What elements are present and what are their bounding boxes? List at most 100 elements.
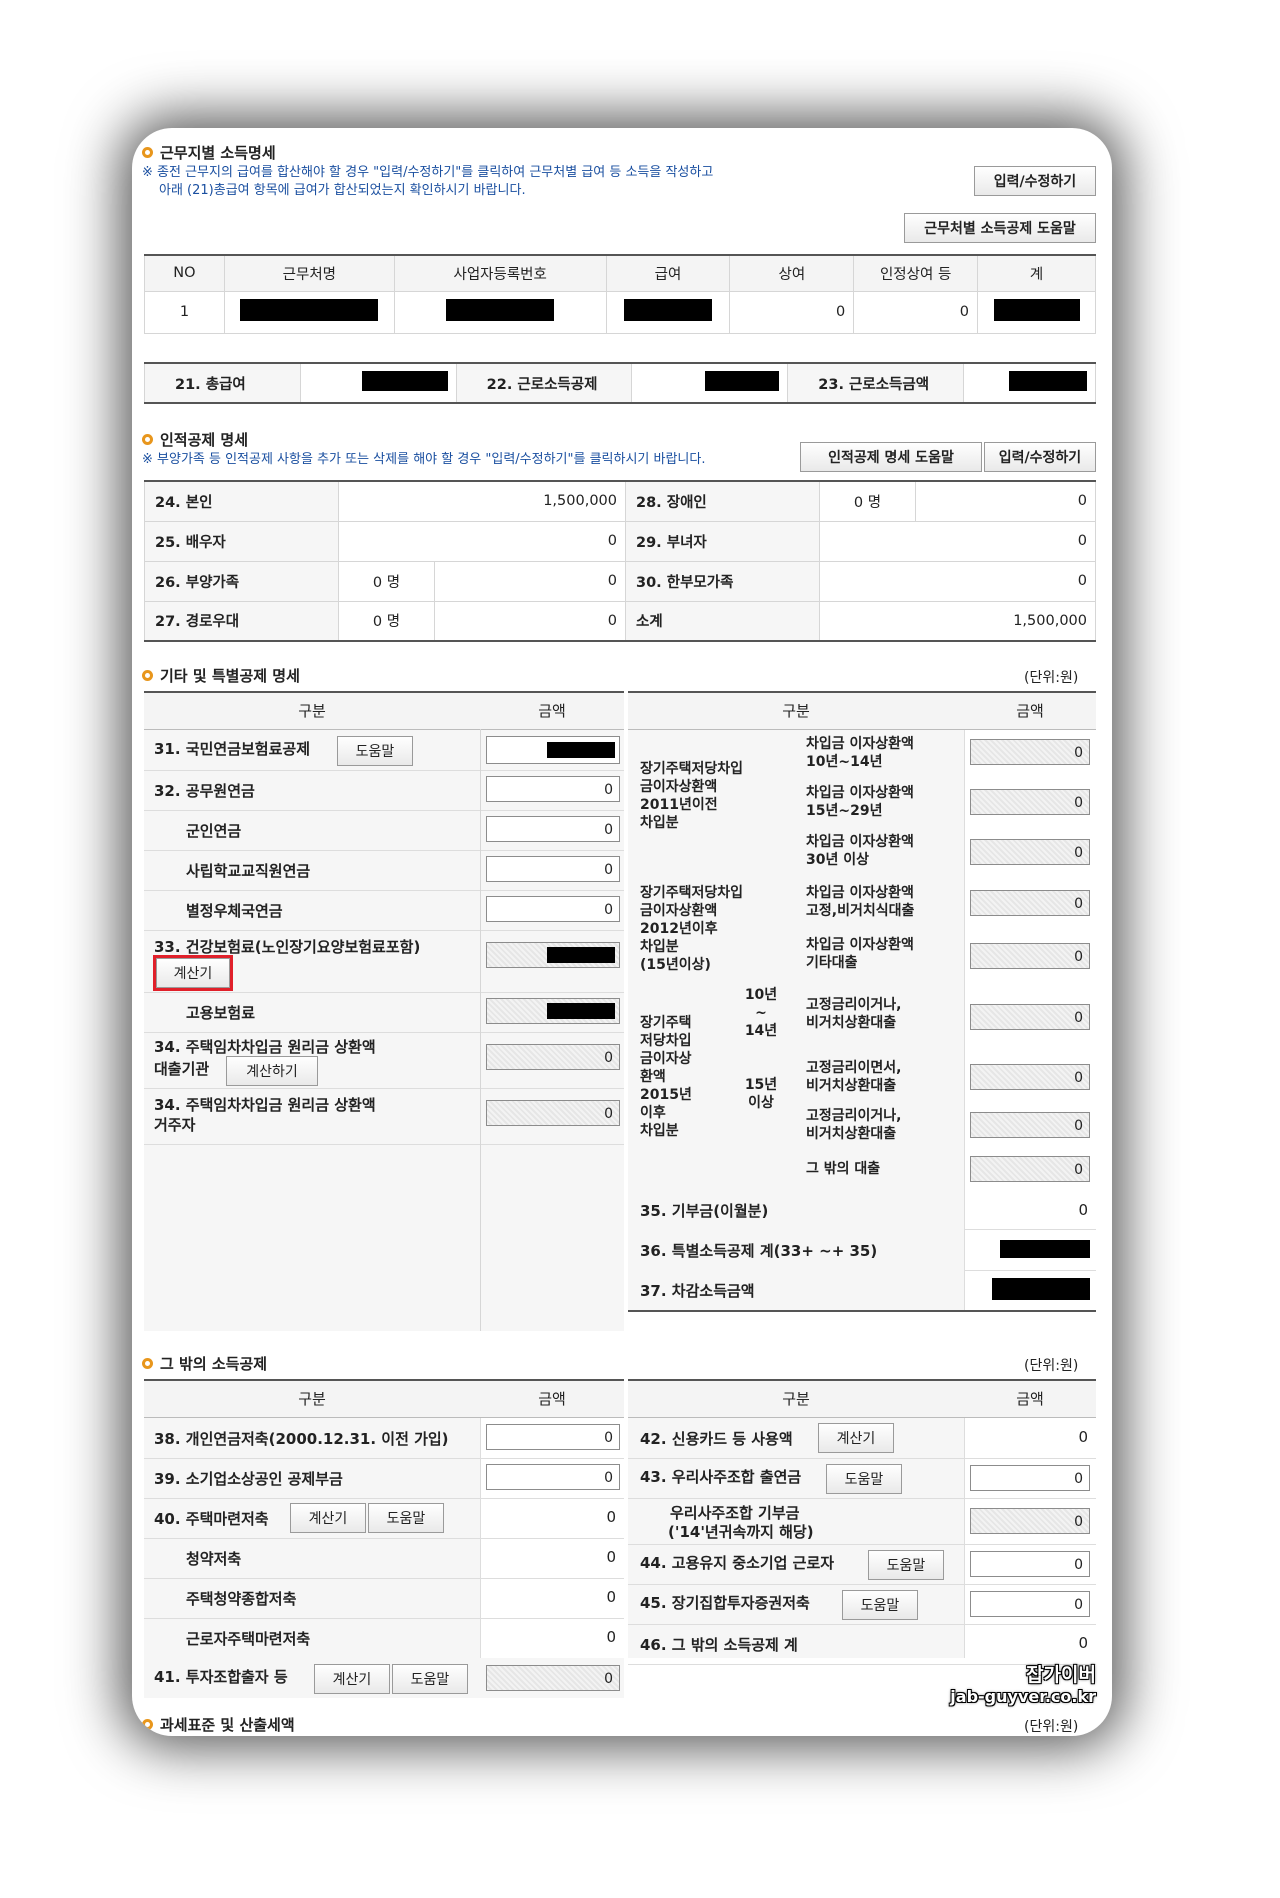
personal-help-button[interactable]: 인적공제 명세 도움말 — [800, 442, 982, 472]
loan-2015-b-input: 0 — [970, 1064, 1090, 1090]
row-personal-pension: 38. 개인연금저축(2000.12.31. 이전 가입) 0 — [144, 1418, 624, 1459]
civil-pension-input[interactable]: 0 — [486, 776, 620, 802]
label-dependents: 26. 부양가족 — [145, 561, 339, 601]
redaction-block — [446, 299, 554, 321]
group-2015-10-14: 10년~14년 — [726, 982, 797, 1055]
employee-stock-input[interactable]: 0 — [970, 1465, 1090, 1491]
label: 우리사주조합 기부금 — [670, 1502, 799, 1523]
housing-loan-lender-input: 0 — [486, 1044, 620, 1070]
section-title-text: 기타 및 특별공제 명세 — [160, 665, 300, 686]
col-header: 금액 — [480, 693, 624, 730]
label-disabled: 28. 장애인 — [626, 481, 820, 521]
item-line: 고정금리이면서, — [806, 1059, 964, 1077]
school-pension-input[interactable]: 0 — [486, 856, 620, 882]
special-right-panel: 구분 금액 장기주택저당차입 금이자상환액 2011년이전 차입분 차입금 이자… — [628, 691, 1096, 1331]
row-no: 1 — [145, 291, 225, 333]
item-line: 차입금 이자상환액 — [806, 784, 964, 802]
help-button[interactable]: 도움말 — [392, 1664, 468, 1694]
military-pension-input[interactable]: 0 — [486, 816, 620, 842]
health-insurance-input — [486, 942, 620, 968]
label-woman: 29. 부녀자 — [626, 521, 820, 561]
calculator-button[interactable]: 계산기 — [156, 958, 230, 988]
long-term-fund-input[interactable]: 0 — [970, 1591, 1090, 1617]
section-title-text: 과세표준 및 산출세액 — [160, 1714, 295, 1735]
row-other-total: 46. 그 밖의 소득공제 계 0 — [628, 1624, 1096, 1665]
redaction-block — [994, 299, 1080, 321]
employee-stock-donation-input: 0 — [970, 1508, 1090, 1534]
redaction-block — [1000, 1240, 1090, 1258]
edit-workplace-button[interactable]: 입력/수정하기 — [974, 166, 1096, 196]
col-header: 금액 — [480, 1381, 624, 1418]
calculator-button[interactable]: 계산기 — [314, 1664, 390, 1694]
redaction-block — [705, 371, 779, 391]
label-line: 금이자상환액 — [640, 778, 796, 796]
label-line: ~ — [726, 1004, 796, 1022]
label: 고용보험료 — [186, 1002, 255, 1023]
bullet-icon — [142, 1358, 153, 1369]
table-row: 1 0 0 — [145, 291, 1096, 333]
row-employment-insurance: 고용보험료 — [144, 992, 624, 1033]
redaction-block — [1009, 371, 1087, 391]
edit-personal-button[interactable]: 입력/수정하기 — [984, 442, 1096, 472]
section-title-text: 근무지별 소득명세 — [160, 142, 276, 163]
loan-2011-15-29-input: 0 — [970, 789, 1090, 815]
other-right-panel: 구분 금액 42. 신용카드 등 사용액 계산기 0 43. 우리사주조합 출연… — [628, 1379, 1096, 1699]
bullet-icon — [142, 1719, 153, 1730]
calculator-button[interactable]: 계산기 — [290, 1503, 366, 1533]
label: 43. 우리사주조합 출연금 — [640, 1466, 801, 1487]
section-title-income-by-workplace: 근무지별 소득명세 — [142, 142, 276, 163]
group-2011-item: 차입금 이자상환액10년~14년 — [796, 730, 965, 780]
calculator-button[interactable]: 계산기 — [818, 1423, 894, 1453]
row-housing-subscription: 주택청약종합저축 0 — [144, 1578, 624, 1619]
label: 31. 국민연금보험료공제 — [154, 738, 310, 759]
row-credit-card: 42. 신용카드 등 사용액 계산기 0 — [628, 1418, 1096, 1459]
label-line: 10년 — [726, 986, 796, 1004]
label: 주택청약종합저축 — [186, 1588, 296, 1609]
row-school-pension: 사립학교교직원연금 0 — [144, 850, 624, 891]
loan-2015-c-input: 0 — [970, 1112, 1090, 1138]
bullet-icon — [142, 670, 153, 681]
label-elderly: 27. 경로우대 — [145, 601, 339, 641]
label-donation: 35. 기부금(이월분) — [628, 1190, 965, 1231]
label-line: 장기주택저당차입 — [640, 760, 796, 778]
page-content: 근무지별 소득명세 ※ 종전 근무지의 급여를 합산해야 할 경우 "입력/수정… — [140, 140, 1104, 1730]
item-line: 기타대출 — [806, 954, 964, 972]
col-header: 사업자등록번호 — [394, 255, 606, 291]
col-header: 근무처명 — [224, 255, 394, 291]
national-pension-input[interactable] — [486, 736, 620, 764]
col-header: 급여 — [606, 255, 730, 291]
label: 45. 장기집합투자증권저축 — [640, 1592, 810, 1613]
help-button[interactable]: 도움말 — [868, 1550, 944, 1580]
employment-retention-input[interactable]: 0 — [970, 1551, 1090, 1577]
col-header: NO — [145, 255, 225, 291]
small-business-input[interactable]: 0 — [486, 1464, 620, 1490]
label-line: 2012년이후 — [640, 920, 796, 938]
row-small-business: 39. 소기업소상공인 공제부금 0 — [144, 1458, 624, 1499]
value-self: 1,500,000 — [339, 481, 626, 521]
label-self: 24. 본인 — [145, 481, 339, 521]
personal-pension-input[interactable]: 0 — [486, 1424, 620, 1450]
label-text: 36. 특별소득공제 계(33+ ~+ 35) — [640, 1240, 877, 1261]
help-button[interactable]: 도움말 — [337, 736, 413, 766]
calculate-button[interactable]: 계산하기 — [226, 1056, 318, 1086]
item-line: 비거치상환대출 — [806, 1125, 964, 1143]
bullet-icon — [142, 147, 153, 158]
bonus-value: 0 — [730, 291, 854, 333]
value-elderly: 0 — [435, 601, 626, 641]
help-button[interactable]: 도움말 — [826, 1464, 902, 1494]
employment-insurance-input — [486, 998, 620, 1024]
col-header: 인정상여 등 — [854, 255, 978, 291]
item-line: 차입금 이자상환액 — [806, 735, 964, 753]
post-pension-input[interactable]: 0 — [486, 896, 620, 922]
workplace-help-button[interactable]: 근무처별 소득공제 도움말 — [904, 213, 1096, 243]
label-line: 저당차입 — [640, 1032, 726, 1050]
housing-loan-resident-input: 0 — [486, 1100, 620, 1126]
section-title-text: 그 밖의 소득공제 — [160, 1353, 267, 1374]
label-line: 이상 — [726, 1094, 796, 1112]
help-button[interactable]: 도움말 — [368, 1503, 444, 1533]
label-single-parent: 30. 한부모가족 — [626, 561, 820, 601]
redacted-salary — [606, 291, 730, 333]
other-left-panel: 구분 금액 38. 개인연금저축(2000.12.31. 이전 가입) 0 39… — [144, 1379, 624, 1699]
help-button[interactable]: 도움말 — [842, 1590, 918, 1620]
row-subscription: 청약저축 0 — [144, 1538, 624, 1579]
